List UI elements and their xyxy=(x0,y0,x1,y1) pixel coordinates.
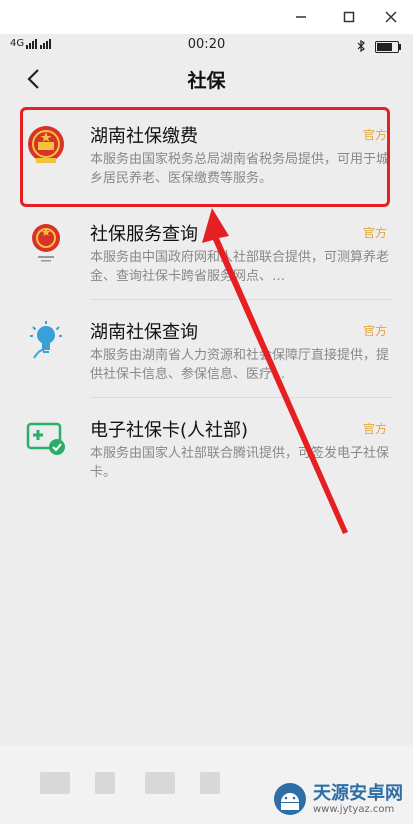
gov-emblem-icon xyxy=(24,220,68,264)
service-name: 电子社保卡(人社部) xyxy=(90,420,249,441)
service-list: 湖南社保缴费 官方 本服务由国家税务总局湖南省税务局提供，可用于城乡居民养老、医… xyxy=(0,104,413,496)
bottom-bar: 天源安卓网 www.jytyaz.com xyxy=(0,746,413,824)
service-name: 社保服务查询 xyxy=(90,224,198,245)
android-robot-icon xyxy=(274,783,306,815)
watermark: 天源安卓网 www.jytyaz.com xyxy=(273,782,403,816)
blurred-element xyxy=(145,772,175,794)
national-emblem-icon xyxy=(24,122,68,166)
watermark-url: www.jytyaz.com xyxy=(313,803,395,815)
official-badge: 官方 xyxy=(362,226,387,240)
service-description: 本服务由国家税务总局湖南省税务局提供，可用于城乡居民养老、医保缴费等服务。 xyxy=(90,152,390,186)
service-name: 湖南社保缴费 xyxy=(90,126,198,147)
close-icon[interactable] xyxy=(380,6,402,28)
minimize-icon[interactable] xyxy=(290,6,312,28)
service-description: 本服务由国家人社部联合腾讯提供，可签发电子社保卡。 xyxy=(90,446,390,480)
service-description: 本服务由中国政府网和人社部联合提供，可测算养老金、查询社保卡跨省服务网点、… xyxy=(90,250,390,284)
service-description: 本服务由湖南省人力资源和社会保障厅直接提供，提供社保卡信息、参保信息、医疗… xyxy=(90,348,390,382)
service-item-hunan-payment[interactable]: 湖南社保缴费 官方 本服务由国家税务总局湖南省税务局提供，可用于城乡居民养老、医… xyxy=(0,104,413,202)
window-titlebar xyxy=(0,0,413,35)
medical-card-icon xyxy=(24,416,68,460)
official-badge: 官方 xyxy=(362,324,387,338)
service-name: 湖南社保查询 xyxy=(90,322,198,343)
watermark-name: 天源安卓网 xyxy=(313,782,403,804)
official-badge: 官方 xyxy=(362,422,387,436)
bluetooth-icon xyxy=(357,37,365,56)
service-item-social-query[interactable]: 社保服务查询 官方 本服务由中国政府网和人社部联合提供，可测算养老金、查询社保卡… xyxy=(0,202,413,300)
page-title: 社保 xyxy=(187,70,226,92)
service-item-hunan-query[interactable]: 湖南社保查询 官方 本服务由湖南省人力资源和社会保障厅直接提供，提供社保卡信息、… xyxy=(0,300,413,398)
blurred-element xyxy=(40,772,70,794)
nav-header: 社保 xyxy=(0,56,413,102)
status-bar: 4G 00:20 xyxy=(0,34,413,56)
official-badge: 官方 xyxy=(362,128,387,142)
lightbulb-icon xyxy=(24,318,68,362)
blurred-element xyxy=(200,772,220,794)
service-item-e-card[interactable]: 电子社保卡(人社部) 官方 本服务由国家人社部联合腾讯提供，可签发电子社保卡。 xyxy=(0,398,413,496)
blurred-element xyxy=(95,772,115,794)
status-right xyxy=(357,37,401,56)
battery-icon xyxy=(375,40,401,53)
status-time: 00:20 xyxy=(187,37,226,52)
maximize-icon[interactable] xyxy=(338,6,360,28)
